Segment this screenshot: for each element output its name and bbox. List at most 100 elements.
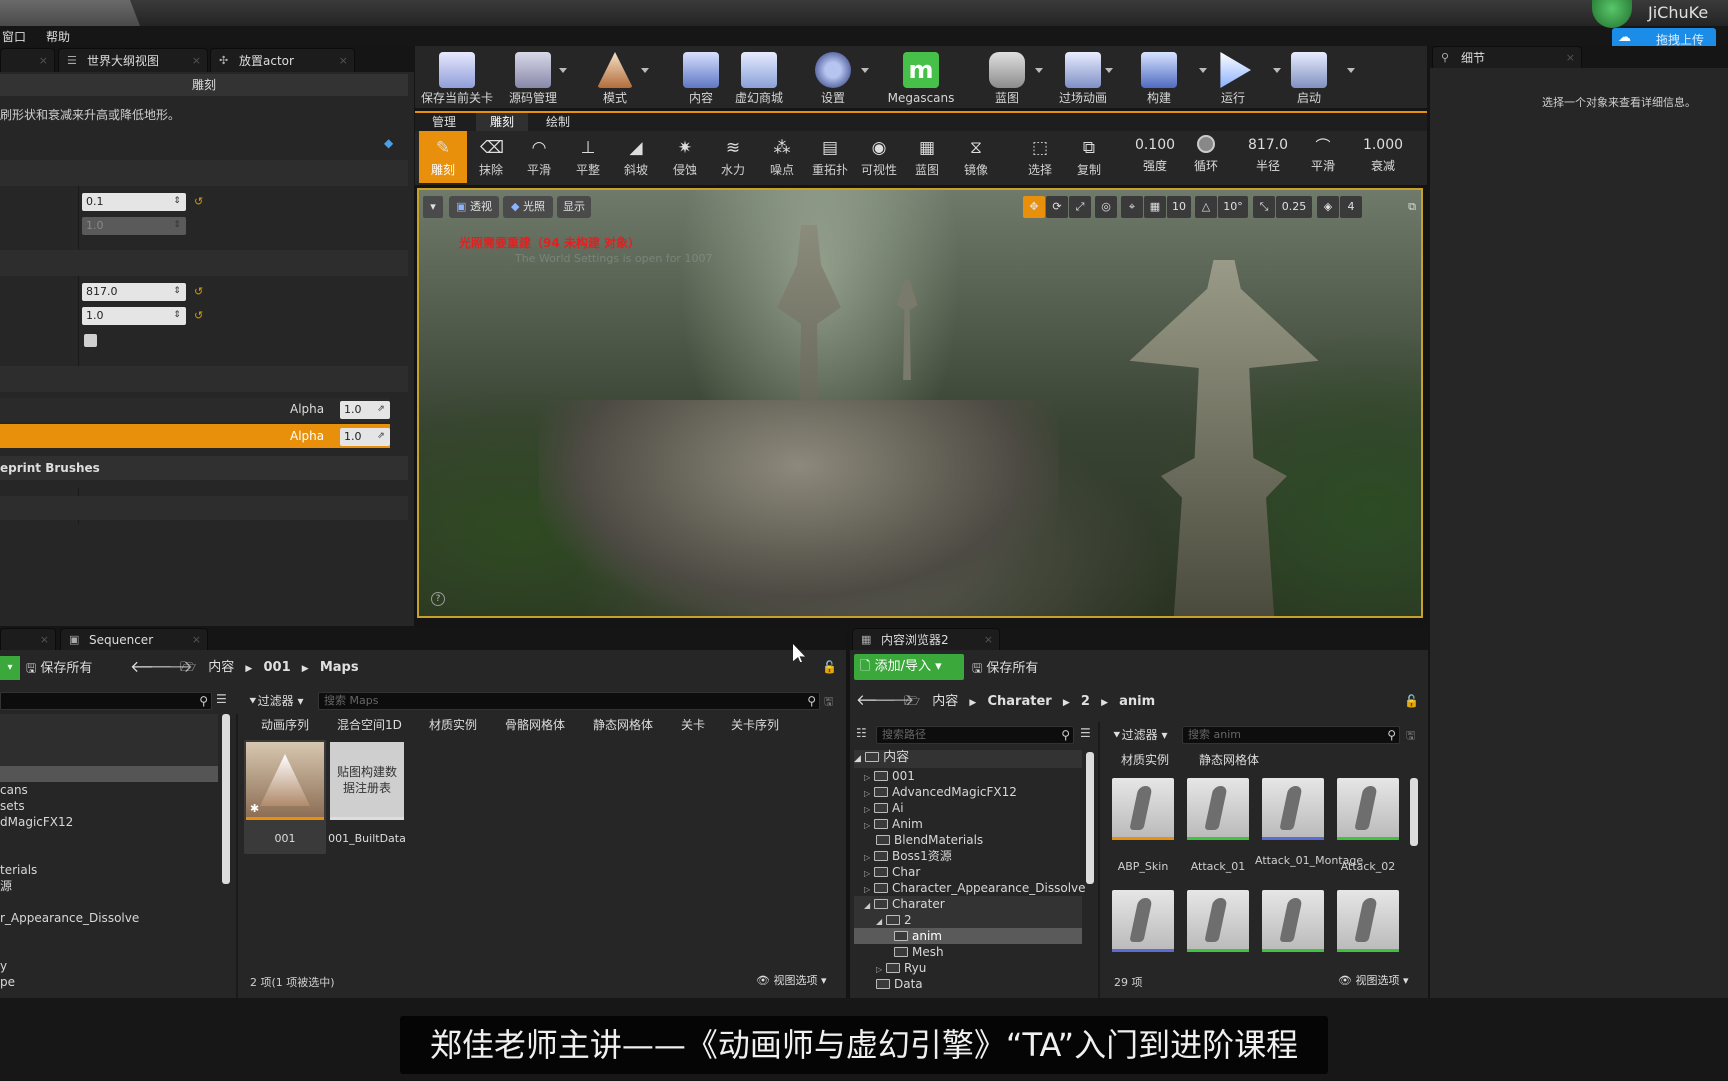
save-level-button[interactable]: 保存当前关卡	[419, 46, 495, 106]
chevron-right-icon[interactable]: ▷	[864, 789, 870, 798]
tab-manage[interactable]: 管理	[418, 113, 470, 131]
reset-icon[interactable]: ↺	[194, 309, 203, 322]
chevron-right-icon[interactable]: ▷	[864, 885, 870, 894]
asset-thumbnail[interactable]	[1262, 890, 1324, 952]
close-icon[interactable]: ×	[39, 49, 48, 73]
tool-retopo[interactable]: ▤ 重拓扑	[806, 131, 854, 183]
folder-item[interactable]: sets	[0, 798, 25, 814]
spin-icon[interactable]: ⇗	[375, 403, 387, 416]
source-control-button[interactable]: 源码管理	[495, 46, 571, 106]
brush-falloff-field[interactable]: 1.0 ⇕	[82, 307, 186, 325]
tool-copy[interactable]: ⧉ 复制	[1065, 131, 1113, 183]
folder-item[interactable]: ▷ 001	[864, 768, 915, 784]
lock-icon[interactable]: 🔓	[822, 660, 837, 674]
folder-item-selected[interactable]: anim	[894, 928, 942, 944]
surface-snap-icon[interactable]: ⌖	[1121, 196, 1143, 218]
tab-details[interactable]: ⚲ 细节 ×	[1432, 46, 1582, 68]
asset-thumbnail[interactable]	[1187, 778, 1249, 840]
filter-chip[interactable]: 骨骼网格体	[496, 714, 575, 736]
menu-window[interactable]: 窗口	[2, 28, 26, 45]
level-viewport[interactable]: ▾ ▣ 透视 ◆ 光照 显示 ✥ ⟳ ⤢ ◎ ⌖ ▦ 10 △ 10° ⤡ 0.…	[417, 188, 1423, 618]
folder-item[interactable]: terials	[0, 862, 37, 878]
chevron-down-icon[interactable]: ◢	[876, 917, 882, 926]
sources-toggle-icon[interactable]: ☷	[856, 726, 867, 740]
breadcrumb-item[interactable]: 001	[263, 660, 290, 675]
asset-thumbnail[interactable]	[1337, 890, 1399, 952]
tool-smooth[interactable]: ◠ 平滑	[515, 131, 563, 183]
chevron-right-icon[interactable]: ▷	[864, 805, 870, 814]
asset-tile-001[interactable]: ✱ 001	[244, 740, 326, 854]
anim-search-input[interactable]: 搜索 anim ⚲	[1182, 726, 1400, 744]
spin-icon[interactable]: ⇕	[171, 309, 183, 322]
tab-sequencer[interactable]: ▣ Sequencer ×	[60, 628, 208, 650]
close-icon[interactable]: ×	[192, 49, 201, 73]
cb2-filter-button[interactable]: ⯆过滤器 ▾	[1112, 726, 1178, 744]
modes-button[interactable]: 模式	[577, 46, 653, 106]
asset-thumbnail[interactable]	[1262, 778, 1324, 840]
chevron-down-icon[interactable]: ◢	[864, 901, 870, 910]
close-icon[interactable]: ×	[40, 629, 49, 651]
lock-icon[interactable]: 🔓	[1404, 694, 1419, 708]
tab-content-browser[interactable]: ×	[0, 628, 56, 650]
cb2-save-all-button[interactable]: 🖫 保存所有	[972, 656, 1072, 680]
chevron-right-icon[interactable]: ▶	[1063, 698, 1070, 708]
tool-sculpt[interactable]: ✎ 雕刻	[419, 131, 467, 183]
tool-flatten[interactable]: ⊥ 平整	[564, 131, 612, 183]
show-button[interactable]: 显示	[557, 196, 591, 218]
folder-item[interactable]: y	[0, 958, 7, 974]
expand-icon[interactable]: ◆	[384, 136, 398, 150]
breadcrumb-item[interactable]: 内容	[208, 660, 234, 675]
folder-item[interactable]: ◢ 2	[876, 912, 912, 928]
menu-help[interactable]: 帮助	[46, 28, 70, 45]
tab-sculpt[interactable]: 雕刻	[476, 113, 528, 131]
filter-chip[interactable]: 静态网格体	[1190, 749, 1269, 771]
filter-chip[interactable]: 静态网格体	[584, 714, 663, 736]
folder-item[interactable]: pe	[0, 974, 15, 990]
filter-chip[interactable]: 关卡序列	[722, 714, 789, 736]
breadcrumb-item[interactable]: anim	[1119, 694, 1155, 709]
blueprint-button[interactable]: 蓝图	[969, 46, 1045, 106]
asset-thumbnail[interactable]	[1337, 778, 1399, 840]
chevron-right-icon[interactable]: ▷	[864, 773, 870, 782]
layer-row[interactable]	[0, 398, 390, 422]
tab-content-browser-2[interactable]: ▦ 内容浏览器2 ×	[852, 628, 1000, 650]
tab-world-outliner[interactable]: ☰ 世界大纲视图 ×	[58, 48, 208, 72]
save-all-button[interactable]: 🖫 保存所有	[26, 656, 110, 680]
folder-item[interactable]: cans	[0, 782, 28, 798]
folder-item[interactable]: ▷ Ai	[864, 800, 904, 816]
perspective-button[interactable]: ▣ 透视	[449, 196, 499, 218]
folder-item[interactable]: 源	[0, 878, 12, 894]
chevron-down-icon[interactable]: ◢	[854, 754, 861, 764]
list-view-icon[interactable]: ☰	[216, 692, 232, 710]
maximize-viewport-icon[interactable]: ⧉	[1404, 196, 1420, 218]
tool-mirror[interactable]: ⧖ 镜像	[952, 131, 1000, 183]
filter-chip[interactable]: 动画序列	[252, 714, 319, 736]
viewport-menu-button[interactable]: ▾	[423, 196, 443, 218]
chevron-down-icon[interactable]	[1105, 68, 1113, 73]
strength-setting[interactable]: 0.100 强度	[1130, 137, 1180, 174]
tool-select[interactable]: ⬚ 选择	[1016, 131, 1064, 183]
asset-thumbnail[interactable]	[1112, 778, 1174, 840]
cb2-view-options-button[interactable]: 👁 视图选项 ▾	[1338, 972, 1409, 988]
spin-icon[interactable]: ⇗	[375, 430, 387, 443]
tab-paint[interactable]: 绘制	[532, 113, 584, 131]
folder-item[interactable]: Data	[876, 976, 923, 992]
tool-ramp[interactable]: ◢ 斜坡	[612, 131, 660, 183]
filter-chip[interactable]: 混合空间1D	[328, 714, 411, 736]
world-local-icon[interactable]: ◎	[1095, 196, 1117, 218]
brush-size-field[interactable]: 817.0 ⇕	[82, 283, 186, 301]
asset-grid-scrollbar[interactable]	[1410, 778, 1418, 846]
layer-row-selected[interactable]	[0, 424, 390, 448]
folder-item[interactable]: Mesh	[894, 944, 944, 960]
rotate-icon[interactable]: ⟳	[1046, 196, 1068, 218]
grid-snap-icon[interactable]: ▦	[1144, 196, 1166, 218]
folder-item[interactable]: ▷ Char	[864, 864, 920, 880]
alpha-field[interactable]: 1.0 ⇗	[340, 401, 390, 419]
alpha-field-selected[interactable]: 1.0 ⇗	[340, 428, 390, 446]
breadcrumb-item[interactable]: 内容	[932, 694, 958, 709]
build-button[interactable]: 构建	[1121, 46, 1197, 106]
radius-setting[interactable]: 817.0 半径	[1240, 137, 1296, 174]
camera-speed-value[interactable]: 4	[1340, 196, 1362, 218]
close-icon[interactable]: ×	[1566, 47, 1575, 69]
folder-item-root[interactable]: ◢ 内容	[854, 750, 1082, 768]
